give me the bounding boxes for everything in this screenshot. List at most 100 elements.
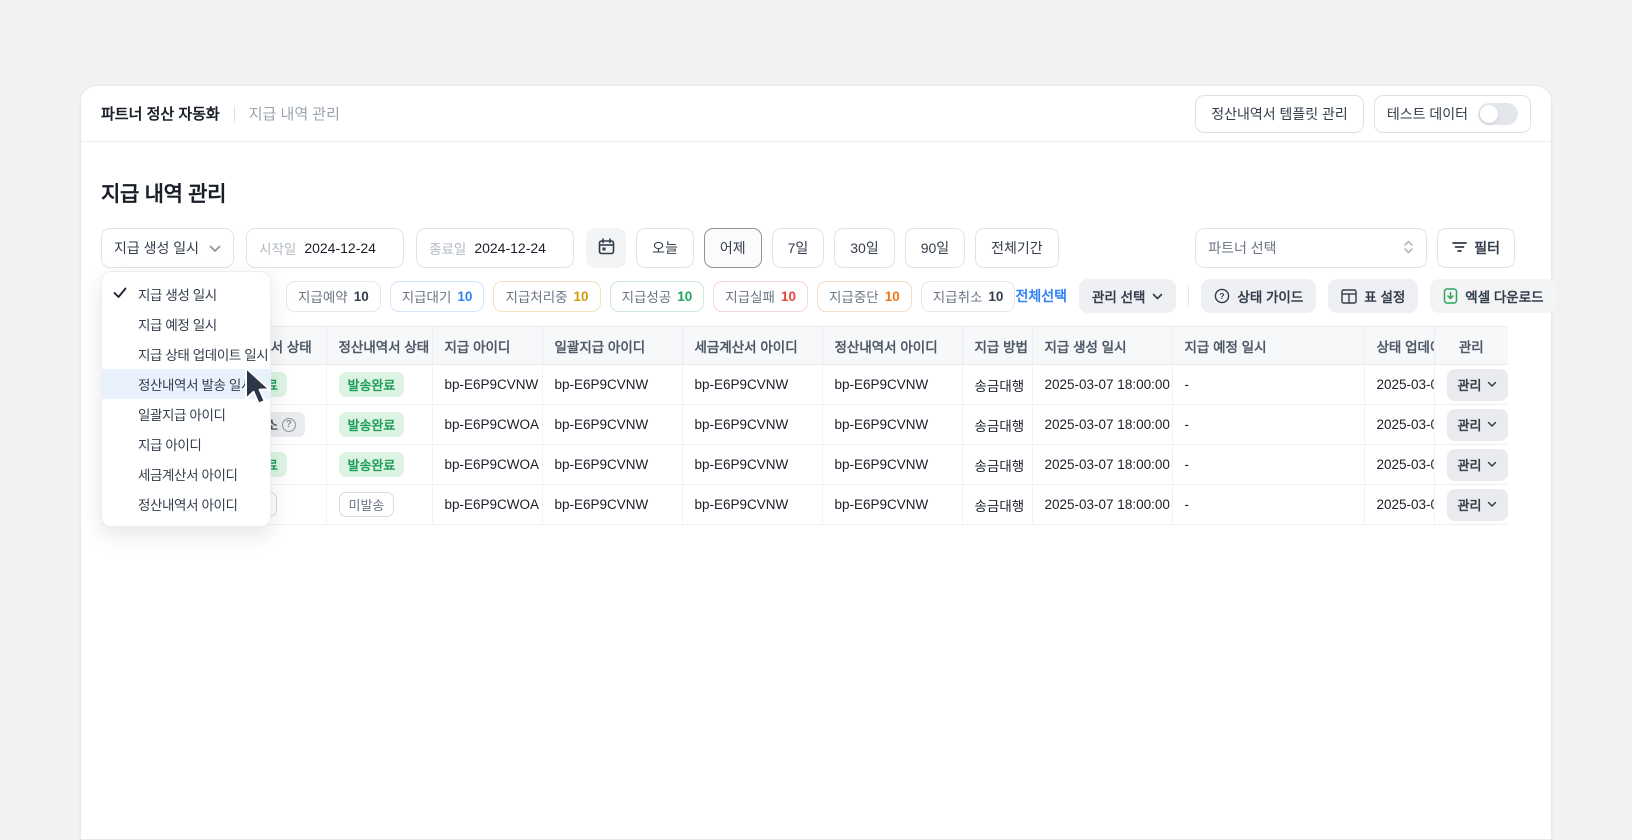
- chevron-down-icon: [1152, 293, 1163, 300]
- status-guide-label: 상태 가이드: [1237, 286, 1303, 306]
- chip-payment-stopped[interactable]: 지급중단 10: [817, 281, 912, 312]
- payment-id-cell: bp-E6P9CVNW: [432, 365, 542, 405]
- col-payment-id: 지급 아이디: [432, 327, 542, 365]
- calendar-icon: [598, 238, 615, 258]
- statement-template-manage-button[interactable]: 정산내역서 템플릿 관리: [1195, 95, 1364, 133]
- table-settings-label: 표 설정: [1364, 286, 1405, 306]
- chip-payment-reserved[interactable]: 지급예약 10: [286, 281, 381, 312]
- range-yesterday-button[interactable]: 어제: [704, 228, 762, 268]
- breadcrumb: 지급 내역 관리: [249, 103, 340, 124]
- test-data-toggle[interactable]: [1478, 103, 1518, 125]
- table-row: 미발행 미발송 bp-E6P9CWOA bp-E6P9CVNW bp-E6P9C…: [101, 485, 1508, 525]
- question-circle-icon: ?: [1214, 288, 1230, 304]
- bulk-payment-id-cell: bp-E6P9CVNW: [542, 485, 682, 525]
- table-header-row: 세금계산서 상태 정산내역서 상태 지급 아이디 일괄지급 아이디 세금계산서 …: [101, 327, 1508, 365]
- range-all-button[interactable]: 전체기간: [975, 228, 1059, 268]
- chip-label: 지급처리중: [505, 286, 567, 306]
- row-manage-button[interactable]: 관리: [1447, 369, 1509, 401]
- excel-download-label: 엑셀 다운로드: [1465, 286, 1543, 306]
- dropdown-item-scheduled-at[interactable]: 지급 예정 일시: [102, 309, 270, 339]
- tax-invoice-id-cell: bp-E6P9CVNW: [682, 485, 822, 525]
- manage-select-button[interactable]: 관리 선택: [1079, 279, 1176, 313]
- range-7d-button[interactable]: 7일: [772, 228, 825, 268]
- payment-method-cell: 송금대행: [962, 445, 1032, 485]
- chip-label: 지급실패: [725, 286, 775, 306]
- row-manage-button[interactable]: 관리: [1447, 409, 1509, 441]
- filter-button[interactable]: 필터: [1437, 228, 1515, 268]
- table-row: 발행완료 발송완료 bp-E6P9CWOA bp-E6P9CVNW bp-E6P…: [101, 445, 1508, 485]
- dropdown-item-payment-id[interactable]: 지급 아이디: [102, 429, 270, 459]
- content: 지급 내역 관리 지급 생성 일시 시작일 2024-12-24 종료일 202…: [81, 178, 1551, 525]
- main-card: 파트너 정산 자동화 지급 내역 관리 정산내역서 템플릿 관리 테스트 데이터…: [80, 85, 1552, 840]
- header-actions: 정산내역서 템플릿 관리 테스트 데이터: [1195, 95, 1531, 133]
- help-icon[interactable]: ?: [282, 418, 296, 432]
- range-90d-button[interactable]: 90일: [905, 228, 965, 268]
- end-date-input[interactable]: 종료일 2024-12-24: [416, 228, 574, 268]
- dropdown-item-label: 일괄지급 아이디: [138, 404, 226, 424]
- dropdown-item-created-at[interactable]: 지급 생성 일시: [102, 279, 270, 309]
- range-today-button[interactable]: 오늘: [636, 228, 694, 268]
- scheduled-at-cell: -: [1172, 405, 1364, 445]
- chip-payment-processing[interactable]: 지급처리중 10: [493, 281, 600, 312]
- range-30d-button[interactable]: 30일: [834, 228, 894, 268]
- table-settings-button[interactable]: 표 설정: [1328, 279, 1418, 313]
- toggle-knob: [1480, 105, 1498, 123]
- chip-count: 10: [457, 289, 472, 304]
- test-data-label: 테스트 데이터: [1387, 104, 1468, 124]
- table-row: 발행취소? 발송완료 bp-E6P9CWOA bp-E6P9CVNW bp-E6…: [101, 405, 1508, 445]
- payment-id-cell: bp-E6P9CWOA: [432, 485, 542, 525]
- tax-invoice-id-cell: bp-E6P9CVNW: [682, 365, 822, 405]
- created-at-cell: 2025-03-07 18:00:00: [1032, 445, 1172, 485]
- svg-text:?: ?: [1220, 291, 1225, 301]
- calendar-button[interactable]: [586, 228, 626, 268]
- col-statement-id: 정산내역서 아이디: [822, 327, 962, 365]
- col-tax-invoice-id: 세금계산서 아이디: [682, 327, 822, 365]
- chip-payment-waiting[interactable]: 지급대기 10: [390, 281, 485, 312]
- end-date-value: 2024-12-24: [474, 240, 546, 256]
- bulk-payment-id-cell: bp-E6P9CVNW: [542, 445, 682, 485]
- top-bar: 파트너 정산 자동화 지급 내역 관리 정산내역서 템플릿 관리 테스트 데이터: [81, 86, 1551, 142]
- statement-status-badge: 발송완료: [339, 452, 405, 477]
- statement-status-badge: 발송완료: [339, 372, 405, 397]
- start-date-input[interactable]: 시작일 2024-12-24: [246, 228, 404, 268]
- tax-invoice-id-cell: bp-E6P9CVNW: [682, 445, 822, 485]
- chevron-down-icon: [1487, 501, 1497, 508]
- status-guide-button[interactable]: ? 상태 가이드: [1201, 279, 1316, 313]
- col-created-at: 지급 생성 일시: [1032, 327, 1172, 365]
- chip-payment-canceled[interactable]: 지급취소 10: [921, 281, 1016, 312]
- status-updated-at-cell: 2025-03-07 18:00:00: [1364, 485, 1434, 525]
- page-title: 지급 내역 관리: [101, 178, 1551, 208]
- date-type-select[interactable]: 지급 생성 일시: [101, 228, 234, 268]
- end-date-label: 종료일: [429, 238, 466, 258]
- created-at-cell: 2025-03-07 18:00:00: [1032, 485, 1172, 525]
- chevron-down-icon: [1487, 381, 1497, 388]
- chip-payment-success[interactable]: 지급성공 10: [610, 281, 705, 312]
- chip-count: 10: [574, 289, 589, 304]
- dropdown-item-tax-invoice-id[interactable]: 세금계산서 아이디: [102, 459, 270, 489]
- chevron-down-icon: [209, 240, 221, 256]
- dropdown-item-statement-id[interactable]: 정산내역서 아이디: [102, 489, 270, 519]
- row-manage-button[interactable]: 관리: [1447, 489, 1509, 521]
- chip-count: 10: [354, 289, 369, 304]
- dropdown-item-label: 정산내역서 아이디: [138, 494, 238, 514]
- bulk-payment-id-cell: bp-E6P9CVNW: [542, 365, 682, 405]
- statement-status-badge: 발송완료: [339, 412, 405, 437]
- created-at-cell: 2025-03-07 18:00:00: [1032, 405, 1172, 445]
- chip-count: 10: [781, 289, 796, 304]
- statement-id-cell: bp-E6P9CVNW: [822, 405, 962, 445]
- manage-button-label: 관리: [1458, 375, 1482, 394]
- col-payment-method: 지급 방법: [962, 327, 1032, 365]
- chip-payment-failed[interactable]: 지급실패 10: [713, 281, 808, 312]
- select-all-link[interactable]: 전체선택: [1015, 286, 1067, 306]
- statement-id-cell: bp-E6P9CVNW: [822, 445, 962, 485]
- dropdown-item-label: 지급 아이디: [138, 434, 201, 454]
- dropdown-item-status-updated-at[interactable]: 지급 상태 업데이트 일시: [102, 339, 270, 369]
- toolbar-divider: [1188, 285, 1189, 307]
- manage-button-label: 관리: [1458, 455, 1482, 474]
- row-manage-button[interactable]: 관리: [1447, 449, 1509, 481]
- manage-button-label: 관리: [1458, 495, 1482, 514]
- partner-select[interactable]: 파트너 선택: [1195, 228, 1427, 268]
- tax-invoice-id-cell: bp-E6P9CVNW: [682, 405, 822, 445]
- col-manage: 관리: [1434, 327, 1508, 365]
- excel-download-button[interactable]: 엑셀 다운로드: [1430, 279, 1556, 313]
